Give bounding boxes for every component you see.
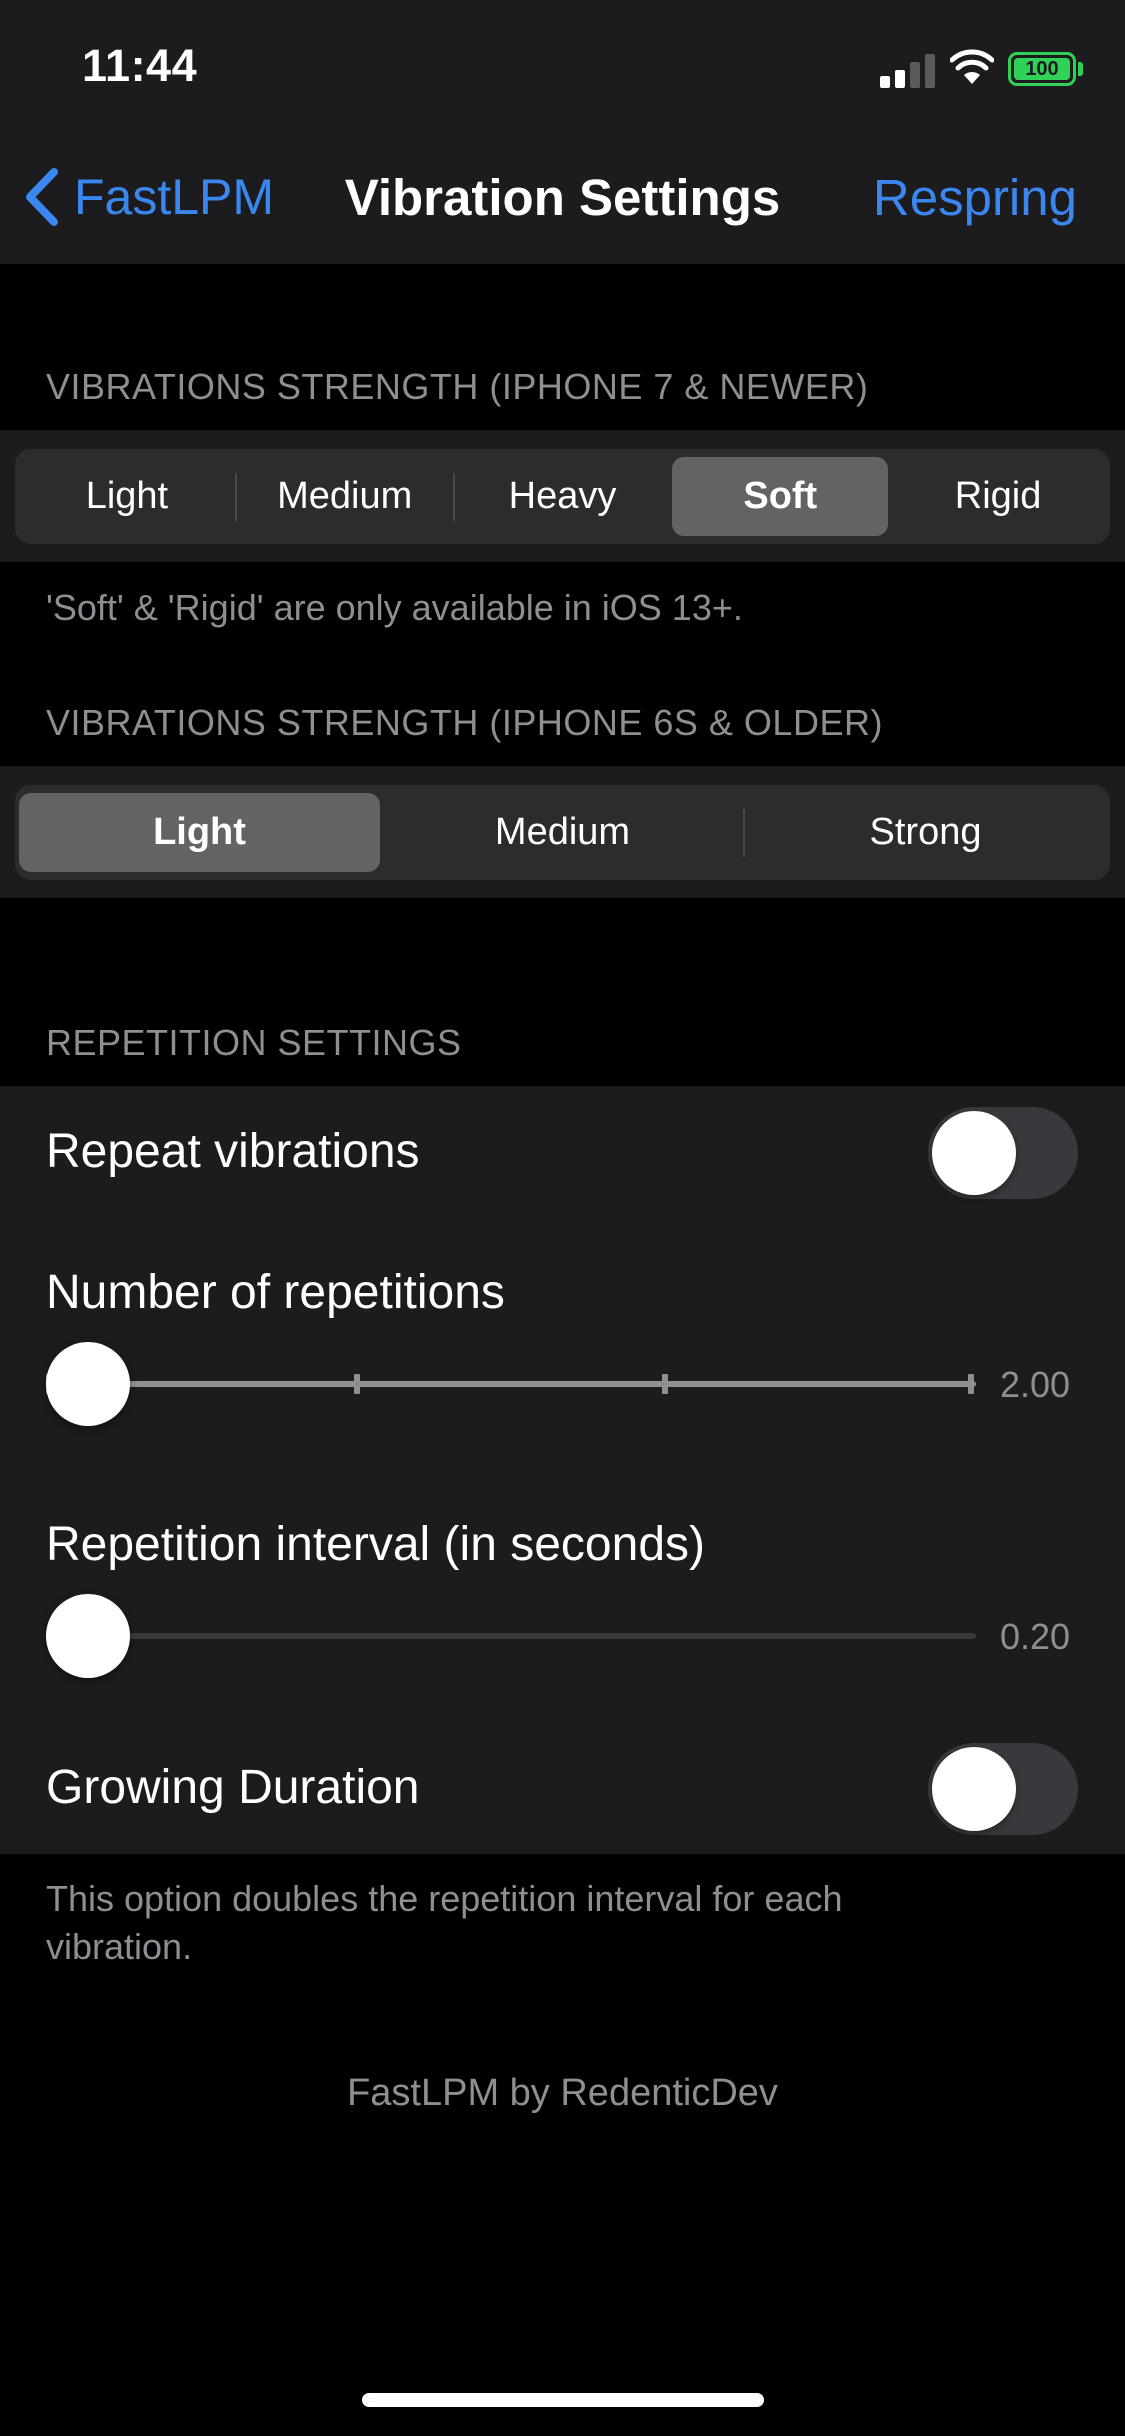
repetition-group — [0, 1086, 1125, 1854]
repetition-interval-label: Repetition interval (in seconds) — [46, 1518, 705, 1571]
slider-tick — [662, 1374, 668, 1394]
growing-duration-label: Growing Duration — [46, 1761, 420, 1814]
number-of-repetitions-slider[interactable] — [46, 1339, 976, 1429]
section-header-strength-new: VIBRATIONS STRENGTH (IPHONE 7 & NEWER) — [46, 366, 869, 407]
number-of-repetitions-value: 2.00 — [1000, 1364, 1071, 1405]
cellular-signal-icon — [880, 52, 936, 88]
repetition-interval-slider[interactable] — [46, 1591, 976, 1681]
number-of-repetitions-label: Number of repetitions — [46, 1266, 505, 1319]
slider-tick — [354, 1374, 360, 1394]
segment-rigid[interactable]: Rigid — [890, 457, 1106, 536]
segmented-control-strength-old[interactable]: Light Medium Strong — [15, 785, 1110, 880]
status-time: 11:44 — [82, 40, 198, 91]
segment-strong[interactable]: Strong — [745, 793, 1106, 872]
segment-medium[interactable]: Medium — [237, 457, 453, 536]
repeat-vibrations-label: Repeat vibrations — [46, 1125, 420, 1178]
segment-light[interactable]: Light — [19, 793, 380, 872]
toggle-knob — [932, 1747, 1016, 1831]
section-header-repetition: REPETITION SETTINGS — [46, 1022, 462, 1063]
repetition-interval-value: 0.20 — [1000, 1616, 1071, 1657]
home-indicator — [362, 2393, 764, 2407]
battery-icon: 100 — [1008, 52, 1076, 86]
segment-light[interactable]: Light — [19, 457, 235, 536]
section-header-strength-old: VIBRATIONS STRENGTH (IPHONE 6S & OLDER) — [46, 702, 883, 743]
battery-level: 100 — [1014, 58, 1070, 80]
slider-track — [46, 1633, 976, 1639]
slider-track — [46, 1381, 976, 1387]
segmented-control-strength-new[interactable]: Light Medium Heavy Soft Rigid — [15, 449, 1110, 544]
segment-medium[interactable]: Medium — [382, 793, 743, 872]
toggle-knob — [932, 1111, 1016, 1195]
credit-text: FastLPM by RedenticDev — [347, 2072, 778, 2114]
slider-tick — [968, 1374, 974, 1394]
segment-soft[interactable]: Soft — [672, 457, 889, 536]
respring-button[interactable]: Respring — [873, 168, 1077, 227]
growing-duration-toggle[interactable] — [928, 1743, 1078, 1835]
repeat-vibrations-toggle[interactable] — [928, 1107, 1078, 1199]
section-footer-repetition: This option doubles the repetition inter… — [46, 1878, 843, 1967]
wifi-icon — [950, 49, 994, 84]
segment-heavy[interactable]: Heavy — [455, 457, 671, 536]
section-footer-strength-new: 'Soft' & 'Rigid' are only available in i… — [46, 587, 743, 628]
slider-thumb[interactable] — [46, 1594, 130, 1678]
slider-thumb[interactable] — [46, 1342, 130, 1426]
battery-cap — [1078, 62, 1083, 76]
